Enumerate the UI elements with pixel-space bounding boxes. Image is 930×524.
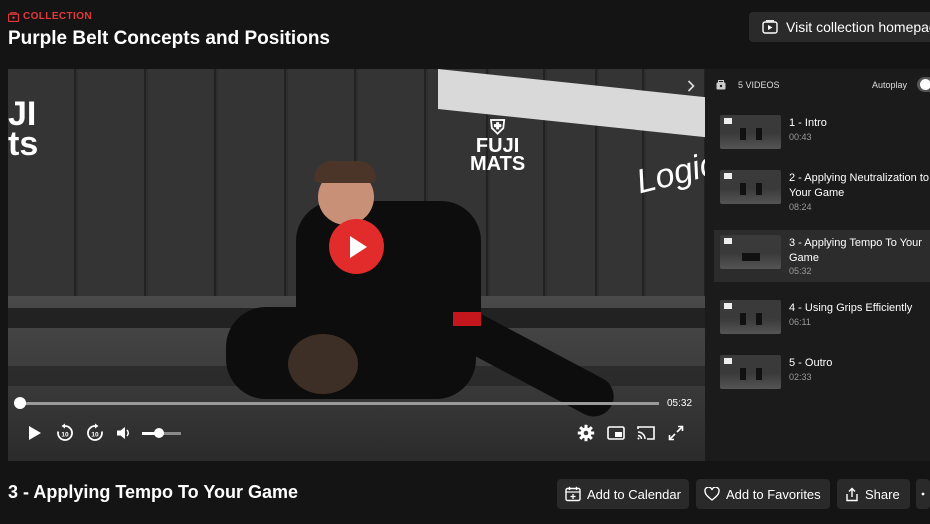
- cast-button[interactable]: [634, 421, 658, 445]
- visit-collection-label: Visit collection homepage: [786, 19, 930, 35]
- heart-icon: [704, 487, 720, 501]
- collection-label: COLLECTION: [23, 11, 92, 22]
- autoplay-toggle-knob[interactable]: [920, 79, 930, 90]
- playlist-item-title: 3 - Applying Tempo To Your Game: [789, 237, 922, 264]
- share-icon: [846, 487, 858, 501]
- svg-text:10: 10: [61, 432, 69, 439]
- time-label: 05:32: [667, 398, 693, 409]
- video-title: 3 - Applying Tempo To Your Game: [8, 482, 299, 502]
- settings-button[interactable]: [574, 421, 598, 445]
- playlist-item[interactable]: 4 - Using Grips Efficiently 06:11: [714, 298, 930, 354]
- video-player[interactable]: JI ts ⛨ FUJI MATS Logic 05:32 10 10: [8, 69, 705, 461]
- playlist-panel: 5 VIDEOS Autoplay 1 - Intro 00:43 2 - Ap…: [705, 69, 930, 461]
- collection-tag: COLLECTION: [8, 11, 92, 22]
- playlist-header: 5 VIDEOS Autoplay: [705, 69, 930, 101]
- video-thumbnail: [720, 170, 781, 204]
- playlist-item-duration: 05:32: [789, 266, 812, 276]
- volume-icon: [117, 427, 129, 439]
- playlist-item-title: 4 - Using Grips Efficiently: [789, 302, 913, 314]
- playlist-item-title: 1 - Intro: [789, 117, 827, 129]
- add-to-favorites-label: Add to Favorites: [726, 486, 821, 502]
- video-thumbnail: [720, 115, 781, 149]
- playlist-item-duration: 00:43: [789, 132, 812, 142]
- add-to-calendar-button[interactable]: Add to Calendar: [557, 479, 689, 509]
- playlist-item[interactable]: 1 - Intro 00:43: [714, 113, 930, 169]
- play-button-large[interactable]: [329, 219, 384, 274]
- forward-10-button[interactable]: 10: [83, 421, 107, 445]
- playlist-item-duration: 08:24: [789, 202, 812, 212]
- pip-icon: [607, 426, 625, 440]
- video-belt: [453, 312, 481, 326]
- play-icon: [29, 426, 41, 440]
- svg-text:10: 10: [91, 432, 99, 439]
- visit-collection-button[interactable]: Visit collection homepage: [749, 12, 930, 42]
- forward-10-icon: 10: [87, 423, 103, 441]
- volume-handle[interactable]: [154, 428, 164, 438]
- page-title: Purple Belt Concepts and Positions: [8, 28, 330, 49]
- pip-button[interactable]: [604, 421, 628, 445]
- fullscreen-icon: [668, 425, 684, 441]
- more-options-button[interactable]: [916, 479, 930, 509]
- gear-icon: [577, 424, 595, 442]
- playlist-item-duration: 02:33: [789, 372, 812, 382]
- autoplay-label: Autoplay: [872, 80, 908, 90]
- playlist-item[interactable]: 5 - Outro 02:33: [714, 353, 930, 409]
- cast-icon: [637, 426, 655, 440]
- video-thumbnail: [720, 235, 781, 269]
- video-brand-fuji: ⛨ FUJI MATS: [470, 117, 526, 175]
- video-thumbnail: [720, 355, 781, 389]
- playlist-item[interactable]: 2 - Applying Neutralization to Your Game…: [714, 168, 930, 224]
- fullscreen-button[interactable]: [664, 421, 688, 445]
- calendar-add-icon: [565, 486, 581, 502]
- play-icon: [349, 235, 367, 258]
- playlist-item-active[interactable]: 3 - Applying Tempo To Your Game 05:32: [714, 230, 930, 282]
- video-figure-bottom-hair: [288, 334, 358, 394]
- video-brand-left: JI ts: [8, 95, 39, 163]
- video-figure-hair: [314, 161, 376, 183]
- progress-bar[interactable]: [20, 402, 659, 405]
- play-button[interactable]: [23, 421, 47, 445]
- collection-icon: [8, 11, 19, 22]
- chevron-right-icon: [687, 80, 695, 92]
- next-video-button[interactable]: [681, 76, 701, 96]
- video-thumbnail: [720, 300, 781, 334]
- add-to-calendar-label: Add to Calendar: [587, 486, 681, 502]
- playlist-item-title: 2 - Applying Neutralization to Your Game: [789, 172, 930, 199]
- rewind-10-button[interactable]: 10: [53, 421, 77, 445]
- playlist-item-duration: 06:11: [789, 317, 811, 327]
- external-link-icon: [762, 20, 778, 34]
- share-label: Share: [865, 486, 900, 502]
- share-button[interactable]: Share: [837, 479, 910, 509]
- progress-handle[interactable]: [14, 397, 26, 409]
- add-to-favorites-button[interactable]: Add to Favorites: [696, 479, 830, 509]
- playlist-icon: [716, 80, 726, 90]
- playlist-item-title: 5 - Outro: [789, 357, 833, 369]
- rewind-10-icon: 10: [57, 423, 73, 441]
- playlist-count: 5 VIDEOS: [738, 80, 780, 90]
- volume-button[interactable]: [112, 421, 136, 445]
- more-icon: [921, 492, 925, 496]
